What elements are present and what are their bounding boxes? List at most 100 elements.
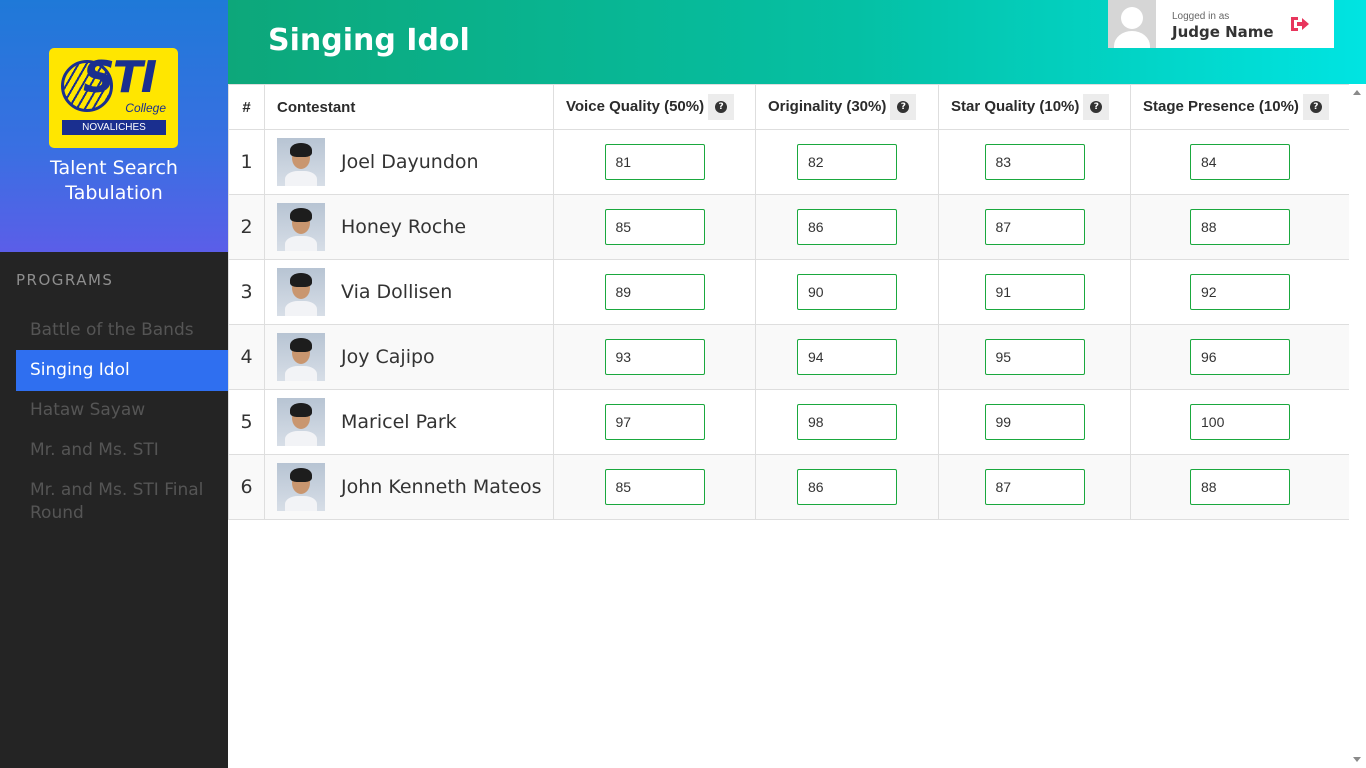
- score-cell: [553, 324, 756, 390]
- star-quality-input[interactable]: [984, 404, 1085, 440]
- table-row: 2 Honey Roche: [228, 194, 1350, 260]
- contestant-name: Joel Dayundon: [341, 151, 479, 173]
- voice-quality-input[interactable]: [604, 274, 705, 310]
- score-cell: [1130, 259, 1350, 325]
- voice-quality-input[interactable]: [604, 339, 705, 375]
- column-header-number: #: [228, 84, 265, 130]
- contestant-photo: [277, 268, 325, 316]
- voice-quality-input[interactable]: [604, 144, 705, 180]
- nav-item-mr-and-ms-sti[interactable]: Mr. and Ms. STI: [16, 430, 228, 471]
- star-quality-input[interactable]: [984, 469, 1085, 505]
- star-quality-input[interactable]: [984, 274, 1085, 310]
- question-circle-icon[interactable]: ?: [708, 94, 735, 120]
- voice-quality-input[interactable]: [604, 209, 705, 245]
- score-cell: [553, 129, 756, 195]
- contestant-photo: [277, 463, 325, 511]
- score-cell: [938, 324, 1131, 390]
- voice-quality-input[interactable]: [604, 404, 705, 440]
- contestant-photo: [277, 398, 325, 446]
- score-cell: [938, 129, 1131, 195]
- row-number: 3: [228, 259, 265, 325]
- table-row: 4 Joy Cajipo: [228, 324, 1350, 390]
- contestant-cell: Maricel Park: [264, 389, 554, 455]
- row-number: 2: [228, 194, 265, 260]
- table-header-row: # Contestant Voice Quality (50%)? Origin…: [228, 84, 1350, 130]
- app-title-line2: Tabulation: [65, 182, 163, 204]
- column-header-stage-presence: Stage Presence (10%)?: [1130, 84, 1350, 130]
- score-cell: [553, 389, 756, 455]
- contestant-name: John Kenneth Mateos: [341, 476, 542, 498]
- originality-input[interactable]: [797, 209, 897, 245]
- contestant-name: Via Dollisen: [341, 281, 453, 303]
- question-circle-icon[interactable]: ?: [1302, 94, 1329, 120]
- table-row: 5 Maricel Park: [228, 389, 1350, 455]
- question-circle-icon[interactable]: ?: [890, 94, 917, 120]
- contestant-name: Maricel Park: [341, 411, 457, 433]
- originality-input[interactable]: [797, 469, 897, 505]
- question-circle-icon[interactable]: ?: [1083, 94, 1110, 120]
- stage-presence-input[interactable]: [1190, 274, 1290, 310]
- stage-presence-input[interactable]: [1190, 209, 1290, 245]
- score-cell: [1130, 194, 1350, 260]
- judge-name: Judge Name: [1172, 23, 1274, 41]
- avatar-body: [1114, 31, 1150, 48]
- score-table-container: # Contestant Voice Quality (50%)? Origin…: [228, 84, 1350, 520]
- contestant-cell: Joel Dayundon: [264, 129, 554, 195]
- logo-campus: NOVALICHES: [62, 120, 166, 135]
- brand-panel: STI College NOVALICHES Talent Search Tab…: [0, 0, 228, 252]
- app-title: Talent Search Tabulation: [0, 156, 228, 206]
- score-cell: [938, 259, 1131, 325]
- column-header-label: Star Quality (10%): [951, 97, 1080, 115]
- programs-nav: Battle of the Bands Singing Idol Hataw S…: [16, 310, 228, 534]
- star-quality-input[interactable]: [984, 209, 1085, 245]
- stage-presence-input[interactable]: [1190, 144, 1290, 180]
- scroll-up-icon[interactable]: [1353, 90, 1361, 95]
- originality-input[interactable]: [797, 144, 897, 180]
- column-header-label: Stage Presence (10%): [1143, 97, 1299, 115]
- column-header-star-quality: Star Quality (10%)?: [938, 84, 1131, 130]
- contestant-name: Joy Cajipo: [341, 346, 435, 368]
- originality-input[interactable]: [797, 339, 897, 375]
- row-number: 5: [228, 389, 265, 455]
- score-cell: [755, 324, 939, 390]
- sign-out-icon[interactable]: [1288, 13, 1310, 35]
- score-cell: [938, 389, 1131, 455]
- sidebar: STI College NOVALICHES Talent Search Tab…: [0, 0, 228, 768]
- stage-presence-input[interactable]: [1190, 339, 1290, 375]
- programs-section-label: PROGRAMS: [16, 271, 114, 289]
- scroll-down-icon[interactable]: [1353, 757, 1361, 762]
- logo-text: STI: [83, 52, 157, 103]
- avatar-head: [1121, 7, 1143, 29]
- score-cell: [755, 259, 939, 325]
- contestant-name: Honey Roche: [341, 216, 467, 238]
- score-cell: [1130, 454, 1350, 520]
- column-header-label: Originality (30%): [768, 97, 887, 115]
- nav-item-singing-idol[interactable]: Singing Idol: [16, 350, 228, 391]
- score-table: # Contestant Voice Quality (50%)? Origin…: [228, 84, 1350, 520]
- originality-input[interactable]: [797, 404, 897, 440]
- star-quality-input[interactable]: [984, 339, 1085, 375]
- star-quality-input[interactable]: [984, 144, 1085, 180]
- originality-input[interactable]: [797, 274, 897, 310]
- nav-item-hataw-sayaw[interactable]: Hataw Sayaw: [16, 390, 228, 431]
- stage-presence-input[interactable]: [1190, 469, 1290, 505]
- score-cell: [553, 259, 756, 325]
- score-cell: [553, 454, 756, 520]
- table-row: 6 John Kenneth Mateos: [228, 454, 1350, 520]
- contestant-photo: [277, 333, 325, 381]
- app-title-line1: Talent Search: [50, 157, 178, 179]
- stage-presence-input[interactable]: [1190, 404, 1290, 440]
- vertical-scrollbar[interactable]: [1349, 84, 1366, 768]
- contestant-cell: John Kenneth Mateos: [264, 454, 554, 520]
- user-box: Logged in as Judge Name: [1108, 0, 1334, 48]
- contestant-photo: [277, 203, 325, 251]
- user-placeholder-icon: [1108, 0, 1156, 48]
- logo-subtext: College: [125, 101, 166, 115]
- voice-quality-input[interactable]: [604, 469, 705, 505]
- column-header-contestant: Contestant: [264, 84, 554, 130]
- column-header-label: Voice Quality (50%): [566, 97, 705, 115]
- score-cell: [938, 194, 1131, 260]
- score-cell: [755, 129, 939, 195]
- nav-item-mr-and-ms-sti-final-round[interactable]: Mr. and Ms. STI Final Round: [16, 470, 228, 534]
- nav-item-battle-of-the-bands[interactable]: Battle of the Bands: [16, 310, 228, 351]
